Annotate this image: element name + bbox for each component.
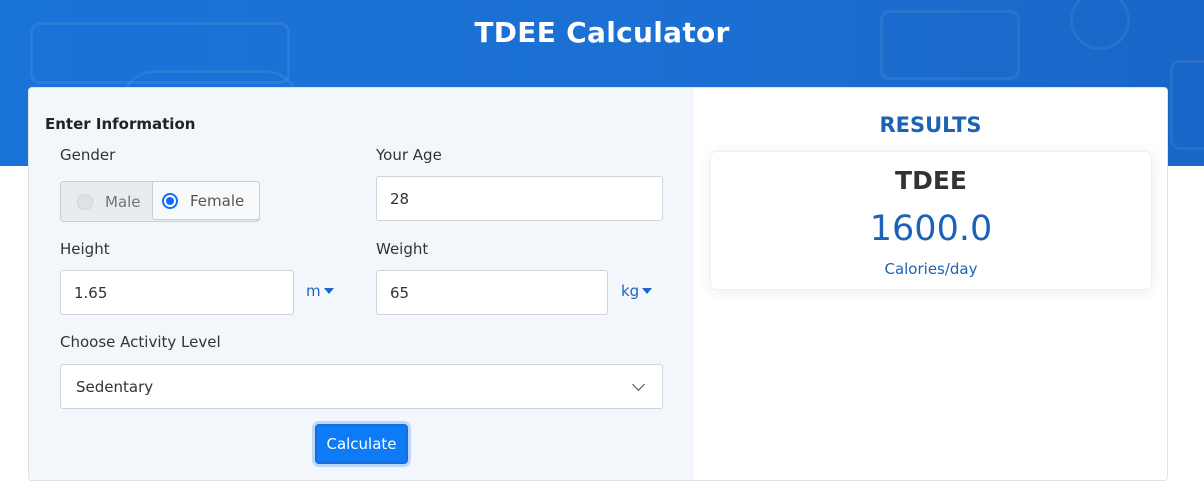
height-unit-dropdown[interactable]: m — [306, 282, 334, 300]
weight-input[interactable] — [376, 270, 608, 315]
input-panel: Enter Information Gender Male Female You… — [29, 88, 694, 480]
result-metric-label: TDEE — [895, 166, 967, 195]
caret-down-icon — [642, 288, 653, 294]
age-input[interactable] — [376, 176, 663, 221]
gender-toggle: Male Female — [60, 181, 260, 222]
results-title: RESULTS — [879, 113, 982, 137]
height-input[interactable] — [60, 270, 294, 315]
age-label: Your Age — [376, 146, 442, 164]
calculate-button[interactable]: Calculate — [315, 424, 408, 464]
caret-down-icon — [323, 288, 334, 294]
weight-label: Weight — [376, 240, 429, 258]
activity-selected-value: Sedentary — [76, 377, 154, 396]
activity-level-select[interactable]: Sedentary — [60, 364, 663, 409]
radio-unchecked-icon[interactable] — [77, 193, 93, 210]
gender-option-female[interactable]: Female — [152, 181, 260, 220]
results-panel: RESULTS TDEE 1600.0 Calories/day — [694, 88, 1167, 480]
gender-option-male[interactable]: Male — [61, 182, 152, 221]
result-card: TDEE 1600.0 Calories/day — [710, 151, 1152, 290]
chevron-down-icon — [632, 377, 645, 391]
page-title: TDEE Calculator — [474, 16, 730, 49]
result-unit: Calories/day — [884, 260, 978, 278]
gender-option-label: Female — [190, 191, 245, 210]
weight-unit-dropdown[interactable]: kg — [621, 282, 653, 300]
gender-label: Gender — [60, 146, 116, 164]
calculator-card: Enter Information Gender Male Female You… — [28, 87, 1168, 481]
height-label: Height — [60, 240, 110, 258]
result-value: 1600.0 — [869, 209, 993, 249]
gender-option-label: Male — [105, 192, 141, 211]
weight-unit-label: kg — [621, 282, 640, 300]
section-title: Enter Information — [45, 115, 196, 133]
radio-checked-icon[interactable] — [162, 192, 178, 209]
banner-decoration — [1170, 60, 1204, 150]
activity-label: Choose Activity Level — [60, 333, 221, 351]
height-unit-label: m — [306, 282, 321, 300]
